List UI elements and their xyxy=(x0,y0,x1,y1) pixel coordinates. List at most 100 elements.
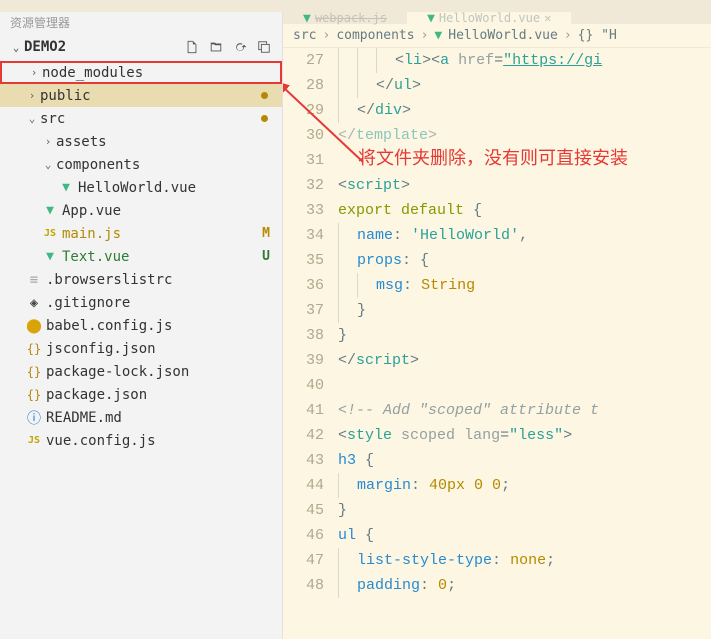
code-line[interactable]: ul { xyxy=(338,523,711,548)
close-icon[interactable]: ✕ xyxy=(544,12,551,25)
collapse-all-icon[interactable] xyxy=(254,37,274,57)
tree-file[interactable]: {}package.json xyxy=(0,383,282,406)
code-line[interactable] xyxy=(338,373,711,398)
tree-file[interactable]: {}package-lock.json xyxy=(0,360,282,383)
line-number: 40 xyxy=(283,373,324,398)
code-line[interactable]: <!-- Add "scoped" attribute t xyxy=(338,398,711,423)
code-line[interactable]: <script> xyxy=(338,173,711,198)
vue-icon: ▼ xyxy=(40,203,60,218)
code-content[interactable]: <li><a href="https://gi </ul> </div></te… xyxy=(338,48,711,639)
vue-icon: ▼ xyxy=(434,28,442,43)
new-folder-icon[interactable] xyxy=(206,37,226,57)
line-number: 43 xyxy=(283,448,324,473)
line-number: 29 xyxy=(283,98,324,123)
line-number: 37 xyxy=(283,298,324,323)
code-line[interactable]: padding: 0; xyxy=(338,573,711,598)
code-line[interactable]: <style scoped lang="less"> xyxy=(338,423,711,448)
file-explorer-sidebar: 资源管理器 ⌄ DEMO2 ›node_modules›public⌄src›a… xyxy=(0,12,283,639)
chevron-down-icon: ⌄ xyxy=(24,112,40,125)
vue-icon: ▼ xyxy=(40,249,60,264)
tree-file[interactable]: ⓘREADME.md xyxy=(0,406,282,429)
scm-badge: M xyxy=(262,226,270,241)
tree-file[interactable]: ▼Text.vue U xyxy=(0,245,282,268)
tree-file[interactable]: {}jsconfig.json xyxy=(0,337,282,360)
line-number: 31 xyxy=(283,148,324,173)
tree-item-label: package.json xyxy=(46,387,147,403)
git-icon: ◈ xyxy=(24,295,44,311)
tree-item-label: README.md xyxy=(46,410,122,426)
explorer-panel-title: 资源管理器 xyxy=(0,12,282,33)
breadcrumb-item[interactable]: HelloWorld.vue xyxy=(448,28,558,43)
text-icon: ≡ xyxy=(24,272,44,288)
annotation-text: 将文件夹删除，没有则可直接安装 xyxy=(358,146,628,170)
breadcrumb-symbol[interactable]: {} "H xyxy=(578,28,617,43)
breadcrumb-item[interactable]: src xyxy=(293,28,316,43)
line-number: 45 xyxy=(283,498,324,523)
code-line[interactable]: margin: 40px 0 0; xyxy=(338,473,711,498)
breadcrumb-item[interactable]: components xyxy=(336,28,414,43)
tab-active[interactable]: ▼ HelloWorld.vue ✕ xyxy=(407,12,571,24)
modified-dot-icon xyxy=(261,92,268,99)
code-line[interactable]: </script> xyxy=(338,348,711,373)
json-icon: {} xyxy=(24,342,44,356)
tree-folder[interactable]: ›node_modules xyxy=(0,61,282,84)
code-line[interactable]: </div> xyxy=(338,98,711,123)
refresh-icon[interactable] xyxy=(230,37,250,57)
tree-item-label: src xyxy=(40,111,65,127)
code-line[interactable]: list-style-type: none; xyxy=(338,548,711,573)
tree-item-label: jsconfig.json xyxy=(46,341,156,357)
code-line[interactable]: export default { xyxy=(338,198,711,223)
tree-file[interactable]: JSvue.config.js xyxy=(0,429,282,452)
line-number: 36 xyxy=(283,273,324,298)
editor-tab-bar[interactable]: ▼ webpack.js ▼ HelloWorld.vue ✕ xyxy=(283,12,711,24)
tree-item-label: Text.vue xyxy=(62,249,129,265)
code-line[interactable]: </ul> xyxy=(338,73,711,98)
chevron-down-icon: ⌄ xyxy=(8,41,24,54)
code-area[interactable]: 2728293031323334353637383940414243444546… xyxy=(283,48,711,639)
code-line[interactable]: name: 'HelloWorld', xyxy=(338,223,711,248)
chevron-right-icon: › xyxy=(24,89,40,102)
modified-dot-icon xyxy=(261,115,268,122)
line-number: 47 xyxy=(283,548,324,573)
workspace-root-label: DEMO2 xyxy=(24,39,66,55)
window-titlebar: 资源管理器 xyxy=(0,0,711,12)
breadcrumb[interactable]: src › components › ▼ HelloWorld.vue › {}… xyxy=(283,24,711,48)
tree-folder[interactable]: ⌄src xyxy=(0,107,282,130)
tree-file[interactable]: ⬤babel.config.js xyxy=(0,314,282,337)
tree-folder[interactable]: ›public xyxy=(0,84,282,107)
js-icon: JS xyxy=(24,435,44,446)
code-line[interactable]: msg: String xyxy=(338,273,711,298)
file-tree: ›node_modules›public⌄src›assets⌄componen… xyxy=(0,61,282,639)
line-number-gutter: 2728293031323334353637383940414243444546… xyxy=(283,48,338,639)
tree-file[interactable]: JSmain.jsM xyxy=(0,222,282,245)
code-line[interactable]: } xyxy=(338,323,711,348)
code-line[interactable]: </template> xyxy=(338,123,711,148)
tree-item-label: assets xyxy=(56,134,107,150)
tree-item-label: public xyxy=(40,88,91,104)
tree-item-label: babel.config.js xyxy=(46,318,172,334)
new-file-icon[interactable] xyxy=(182,37,202,57)
tree-item-label: vue.config.js xyxy=(46,433,156,449)
tree-item-label: components xyxy=(56,157,140,173)
code-editor-panel: ▼ webpack.js ▼ HelloWorld.vue ✕ src › co… xyxy=(283,12,711,639)
tree-file[interactable]: ▼App.vue xyxy=(0,199,282,222)
tree-file[interactable]: ≡.browserslistrc xyxy=(0,268,282,291)
tree-folder[interactable]: ⌄components xyxy=(0,153,282,176)
code-line[interactable]: <li><a href="https://gi xyxy=(338,48,711,73)
code-line[interactable]: } xyxy=(338,298,711,323)
line-number: 39 xyxy=(283,348,324,373)
code-line[interactable]: props: { xyxy=(338,248,711,273)
info-icon: ⓘ xyxy=(24,408,44,428)
workspace-root-header[interactable]: ⌄ DEMO2 xyxy=(0,33,282,61)
tree-file[interactable]: ▼HelloWorld.vue xyxy=(0,176,282,199)
code-line[interactable]: } xyxy=(338,498,711,523)
scm-badge: U xyxy=(262,249,270,264)
line-number: 27 xyxy=(283,48,324,73)
tree-item-label: .gitignore xyxy=(46,295,130,311)
tree-file[interactable]: ◈.gitignore xyxy=(0,291,282,314)
code-line[interactable]: h3 { xyxy=(338,448,711,473)
json-icon: {} xyxy=(24,388,44,402)
tab-inactive[interactable]: ▼ webpack.js xyxy=(283,12,407,24)
tree-item-label: node_modules xyxy=(42,65,143,81)
tree-folder[interactable]: ›assets xyxy=(0,130,282,153)
